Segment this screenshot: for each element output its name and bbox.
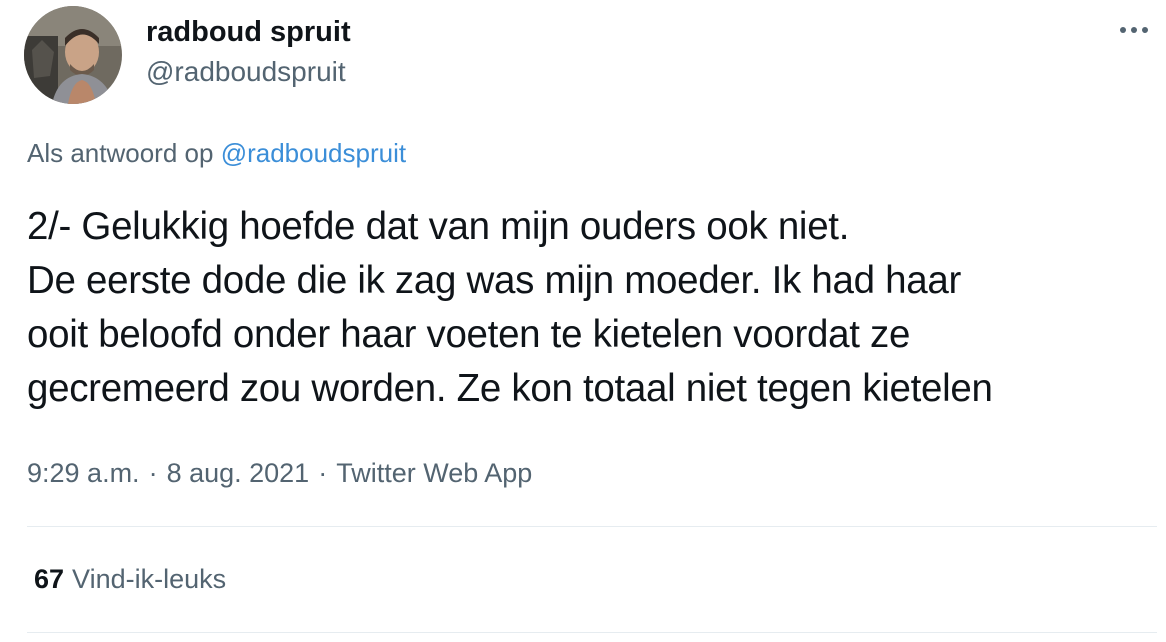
reply-context: Als antwoord op @radboudspruit	[27, 138, 406, 169]
more-options-button[interactable]	[1112, 8, 1156, 52]
reply-mention-link[interactable]: @radboudspruit	[221, 138, 406, 168]
likes-label: Vind-ik-leuks	[72, 564, 227, 594]
reply-prefix: Als antwoord op	[27, 138, 214, 168]
tweet-source-app-link[interactable]: Twitter Web App	[336, 458, 532, 488]
likes-count: 67	[34, 564, 65, 594]
author-handle[interactable]: @radboudspruit	[146, 56, 346, 88]
tweet-metadata: 9:29 a.m. · 8 aug. 2021 · Twitter Web App	[27, 458, 532, 489]
tweet-text-line: 2/- Gelukkig hoefde dat van mijn ouders …	[27, 205, 850, 248]
meta-separator: ·	[318, 458, 328, 488]
tweet-time-link[interactable]: 9:29 a.m.	[27, 458, 140, 488]
divider	[27, 526, 1157, 527]
tweet-text-line: De eerste dode die ik zag was mijn moede…	[27, 259, 961, 302]
tweet-text: 2/- Gelukkig hoefde dat van mijn ouders …	[27, 200, 1161, 416]
likes-stat-link[interactable]: 67 Vind-ik-leuks	[34, 564, 226, 595]
avatar[interactable]	[24, 6, 122, 104]
tweet-text-line: ooit beloofd onder haar voeten te kietel…	[27, 313, 911, 356]
meta-separator: ·	[148, 458, 158, 488]
author-display-name[interactable]: radboud spruit	[146, 16, 351, 49]
more-horizontal-icon	[1120, 27, 1148, 33]
avatar-photo	[24, 6, 122, 104]
divider	[27, 632, 1157, 633]
tweet-detail: radboud spruit @radboudspruit Als antwoo…	[0, 0, 1166, 642]
tweet-text-line: gecremeerd zou worden. Ze kon totaal nie…	[27, 367, 993, 410]
tweet-date-link[interactable]: 8 aug. 2021	[167, 458, 310, 488]
